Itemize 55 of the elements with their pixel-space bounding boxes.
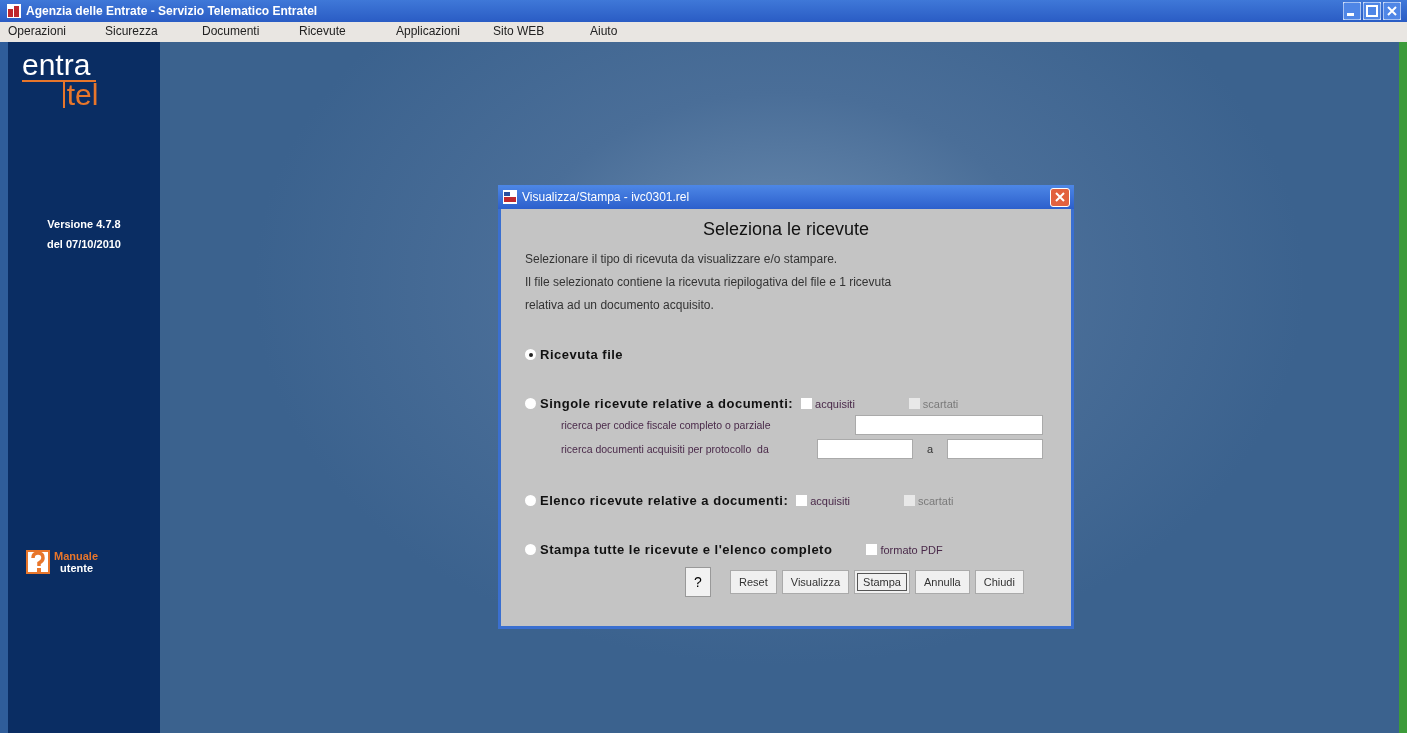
radio-button[interactable]	[525, 349, 536, 360]
dialog-button[interactable]: Annulla	[915, 570, 970, 594]
menu-item[interactable]: Sicurezza	[105, 22, 202, 42]
menu-item[interactable]: Applicazioni	[396, 22, 493, 42]
logo-text: entra	[22, 50, 97, 82]
radio-button[interactable]	[525, 544, 536, 555]
checkbox[interactable]	[796, 495, 808, 506]
dialog-title: Visualizza/Stampa - ivc0301.rel	[522, 190, 690, 204]
intro-text: Il file selezionato contiene la ricevuta riepilogativa del file e 1 ricevuta	[525, 274, 893, 291]
dialog-button[interactable]: Stampa	[854, 570, 910, 594]
search-label: ricerca documenti acquisiti per protocollo da	[561, 443, 770, 455]
input-field[interactable]	[947, 439, 1043, 459]
option-label: Singole ricevute relative a documenti:	[540, 396, 794, 411]
menu-item[interactable]: Ricevute	[299, 22, 396, 42]
close-button[interactable]	[1050, 187, 1070, 207]
option-label: Stampa tutte le ricevute e l'elenco completo	[540, 542, 833, 557]
checkbox-label: scartati	[918, 494, 954, 507]
input-field[interactable]	[817, 439, 913, 459]
menu-item[interactable]: Sito WEB	[493, 22, 590, 42]
search-label: ricerca per codice fiscale completo o parziale	[561, 419, 772, 431]
dialog-button[interactable]: Visualizza	[781, 570, 850, 594]
menu-item[interactable]: Documenti	[202, 22, 299, 42]
checkbox-label: formato PDF	[880, 543, 943, 556]
checkbox[interactable]	[801, 398, 813, 409]
range-separator: a	[925, 443, 935, 455]
version-label: Versione 4.7.8	[47, 218, 121, 230]
option-label: Elenco ricevute relative a documenti:	[540, 493, 789, 508]
checkbox-label: acquisiti	[810, 494, 850, 507]
checkbox[interactable]	[866, 544, 878, 555]
manual-link[interactable]: utente	[60, 562, 98, 574]
maximize-icon[interactable]	[1363, 2, 1381, 20]
help-button[interactable]: ?	[685, 567, 711, 597]
dialog-button[interactable]: Reset	[730, 570, 777, 594]
radio-button[interactable]	[525, 495, 536, 506]
dialog-heading: Seleziona le ricevute	[702, 219, 870, 240]
close-icon[interactable]	[1383, 2, 1401, 20]
help-icon[interactable]	[26, 550, 50, 574]
radio-button[interactable]	[525, 398, 536, 409]
manual-link[interactable]: Manuale	[54, 550, 98, 562]
app-icon	[6, 3, 22, 19]
close-icon	[1054, 191, 1066, 203]
window-title: Agenzia delle Entrate - Servizio Telematico Entratel	[26, 4, 318, 18]
checkbox-label: scartati	[922, 397, 959, 410]
intro-text: Selezionare il tipo di ricevuta da visualizzare e/o stampare.	[525, 251, 839, 268]
minimize-icon[interactable]	[1343, 2, 1361, 20]
menu-item[interactable]: Operazioni	[8, 22, 105, 42]
input-field[interactable]	[855, 415, 1043, 435]
option-label: Ricevuta file	[540, 347, 624, 362]
checkbox-label: acquisiti	[815, 397, 855, 410]
dialog-button[interactable]: Chiudi	[974, 570, 1024, 594]
intro-text: relativa ad un documento acquisito.	[525, 297, 715, 314]
menu-item[interactable]: Aiuto	[590, 22, 687, 42]
app-icon	[502, 189, 518, 205]
date-label: del 07/10/2010	[47, 238, 121, 250]
logo-text: tel	[62, 82, 99, 108]
